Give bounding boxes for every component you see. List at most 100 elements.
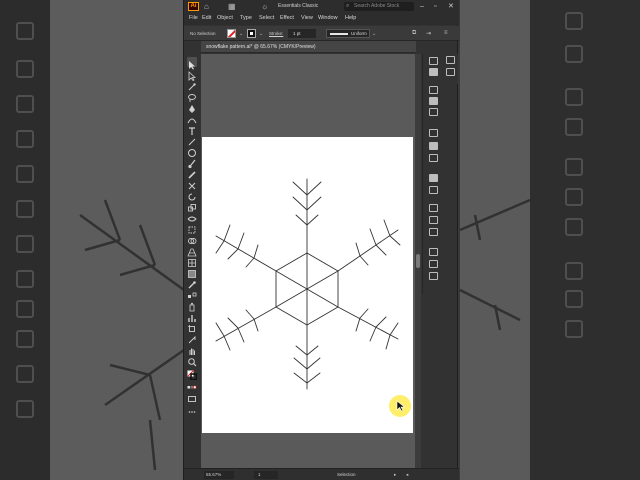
close-icon[interactable]: ✕ (448, 2, 454, 11)
stock-search-placeholder: Search Adobe Stock (354, 3, 400, 9)
stroke-weight-value: 1 pt (293, 31, 301, 36)
libraries-icon[interactable] (429, 68, 438, 76)
appearance-icon[interactable] (429, 174, 438, 182)
layers-icon[interactable] (429, 204, 438, 212)
menu-effect[interactable]: Effect (280, 15, 294, 21)
swatches-icon[interactable] (429, 97, 438, 105)
pencil-tool-icon[interactable] (187, 167, 197, 179)
minimize-icon[interactable]: – (420, 2, 424, 11)
stroke-label[interactable]: Stroke: (269, 31, 283, 36)
blend-tool-icon[interactable] (187, 288, 197, 298)
fill-stroke-indicator-icon[interactable] (187, 367, 198, 381)
fill-swatch[interactable] (227, 29, 236, 38)
workspace-switcher[interactable]: Essentials Classic (278, 3, 318, 9)
line-segment-tool-icon[interactable] (187, 134, 197, 146)
perspective-grid-tool-icon[interactable] (187, 244, 197, 257)
paintbrush-tool-icon[interactable] (187, 156, 197, 169)
panel-menu-icon[interactable]: ≡ (444, 30, 448, 36)
rotate-tool-icon[interactable] (187, 189, 197, 201)
align-icon[interactable] (429, 260, 438, 268)
color-icon[interactable] (429, 86, 438, 94)
ellipse-tool-icon[interactable] (187, 145, 197, 157)
asset-export-icon[interactable] (429, 228, 438, 236)
transparency-icon[interactable] (429, 154, 438, 162)
menu-help[interactable]: Help (345, 15, 356, 21)
type-tool-icon[interactable] (187, 123, 197, 135)
chevron-down-icon[interactable]: ⌄ (372, 31, 376, 37)
menu-view[interactable]: View (301, 15, 313, 21)
artboard-tool-icon[interactable] (187, 321, 197, 332)
free-transform-tool-icon[interactable] (187, 222, 197, 234)
lightbulb-icon[interactable]: ☼ (261, 2, 268, 11)
menu-edit[interactable]: Edit (202, 15, 211, 21)
scale-tool-icon[interactable] (187, 200, 197, 212)
transform-panel-icon[interactable] (429, 248, 438, 256)
document-tab[interactable]: snowflake pattern.ai* @ 65.67% (CMYK/Pre… (201, 41, 416, 53)
artboards-icon[interactable] (429, 216, 438, 224)
hand-tool-icon[interactable] (187, 343, 197, 355)
screen-mode-icon[interactable] (187, 391, 197, 402)
direct-selection-tool-icon[interactable] (187, 68, 197, 82)
symbol-sprayer-tool-icon[interactable] (187, 299, 197, 312)
maximize-icon[interactable]: ▫ (434, 2, 436, 11)
lasso-tool-icon[interactable] (187, 90, 197, 102)
artboard[interactable] (202, 137, 413, 433)
scrollbar-thumb[interactable] (416, 254, 420, 268)
width-tool-icon[interactable] (187, 211, 197, 222)
selection-tool-icon[interactable] (187, 57, 197, 70)
pen-tool-icon[interactable] (187, 101, 197, 113)
snowflake-arm-upper-right (337, 219, 401, 272)
snowflake-arm-lower-left (215, 306, 277, 351)
menu-object[interactable]: Object (217, 15, 233, 21)
arrange-documents-icon[interactable]: ▦ (228, 2, 236, 11)
snowflake-arm-lower-right (337, 306, 399, 350)
menu-bar: File Edit Object Type Select Effect View… (184, 13, 459, 25)
vertical-scrollbar[interactable] (415, 54, 421, 468)
paragraph-icon[interactable] (446, 68, 455, 76)
tools-panel (184, 55, 200, 425)
column-graph-tool-icon[interactable] (187, 310, 197, 322)
menu-file[interactable]: File (189, 15, 198, 21)
eyedropper-tool-icon[interactable] (187, 277, 197, 289)
chevron-down-icon[interactable]: ⌄ (239, 31, 243, 37)
play-icon[interactable]: ▸ (394, 472, 396, 478)
stroke-icon[interactable] (429, 129, 438, 137)
app-logo: Ai (188, 2, 199, 11)
mesh-tool-icon[interactable] (187, 255, 197, 267)
scissors-tool-icon[interactable] (187, 178, 197, 190)
menu-select[interactable]: Select (259, 15, 274, 21)
gradient-icon[interactable] (429, 142, 438, 150)
properties-icon[interactable] (429, 57, 438, 65)
brushes-icon[interactable] (429, 108, 438, 116)
right-panel-dock-secondary (444, 54, 458, 84)
character-icon[interactable] (446, 56, 455, 64)
selection-status: No Selection (190, 31, 216, 36)
stroke-swatch[interactable] (247, 29, 256, 38)
stroke-weight-field[interactable]: 1 pt (288, 29, 316, 38)
graphic-styles-icon[interactable] (429, 186, 438, 194)
menu-window[interactable]: Window (318, 15, 338, 21)
slice-tool-icon[interactable] (187, 332, 197, 344)
more-tools-icon[interactable] (187, 404, 197, 414)
right-panel-dock (422, 54, 444, 294)
chevron-down-icon[interactable]: ⌄ (259, 31, 263, 37)
menu-type[interactable]: Type (240, 15, 252, 21)
color-mode-icon[interactable] (187, 380, 197, 390)
transform-icon[interactable]: ⇥ (426, 30, 431, 37)
arrange-icon[interactable]: ⧉ (412, 30, 416, 37)
curvature-tool-icon[interactable] (187, 112, 197, 124)
zoom-tool-icon[interactable] (187, 354, 197, 367)
snowflake-artwork[interactable] (202, 137, 413, 433)
title-bar: Ai ⌂ ▦ ☼ Essentials Classic ⌕ Search Ado… (184, 0, 459, 13)
artboard-number: 1 (258, 472, 261, 477)
stock-search-input[interactable]: ⌕ Search Adobe Stock (344, 2, 414, 11)
gradient-tool-icon[interactable] (187, 266, 197, 278)
shape-builder-tool-icon[interactable] (187, 233, 197, 244)
search-icon: ⌕ (346, 3, 350, 9)
snowflake-arm-bottom (293, 324, 321, 390)
pathfinder-icon[interactable] (429, 272, 438, 280)
magic-wand-tool-icon[interactable] (187, 79, 197, 91)
stroke-profile-dropdown[interactable]: Uniform (326, 29, 370, 38)
chevron-left-icon[interactable]: ◂ (406, 472, 408, 478)
home-icon[interactable]: ⌂ (204, 2, 209, 11)
